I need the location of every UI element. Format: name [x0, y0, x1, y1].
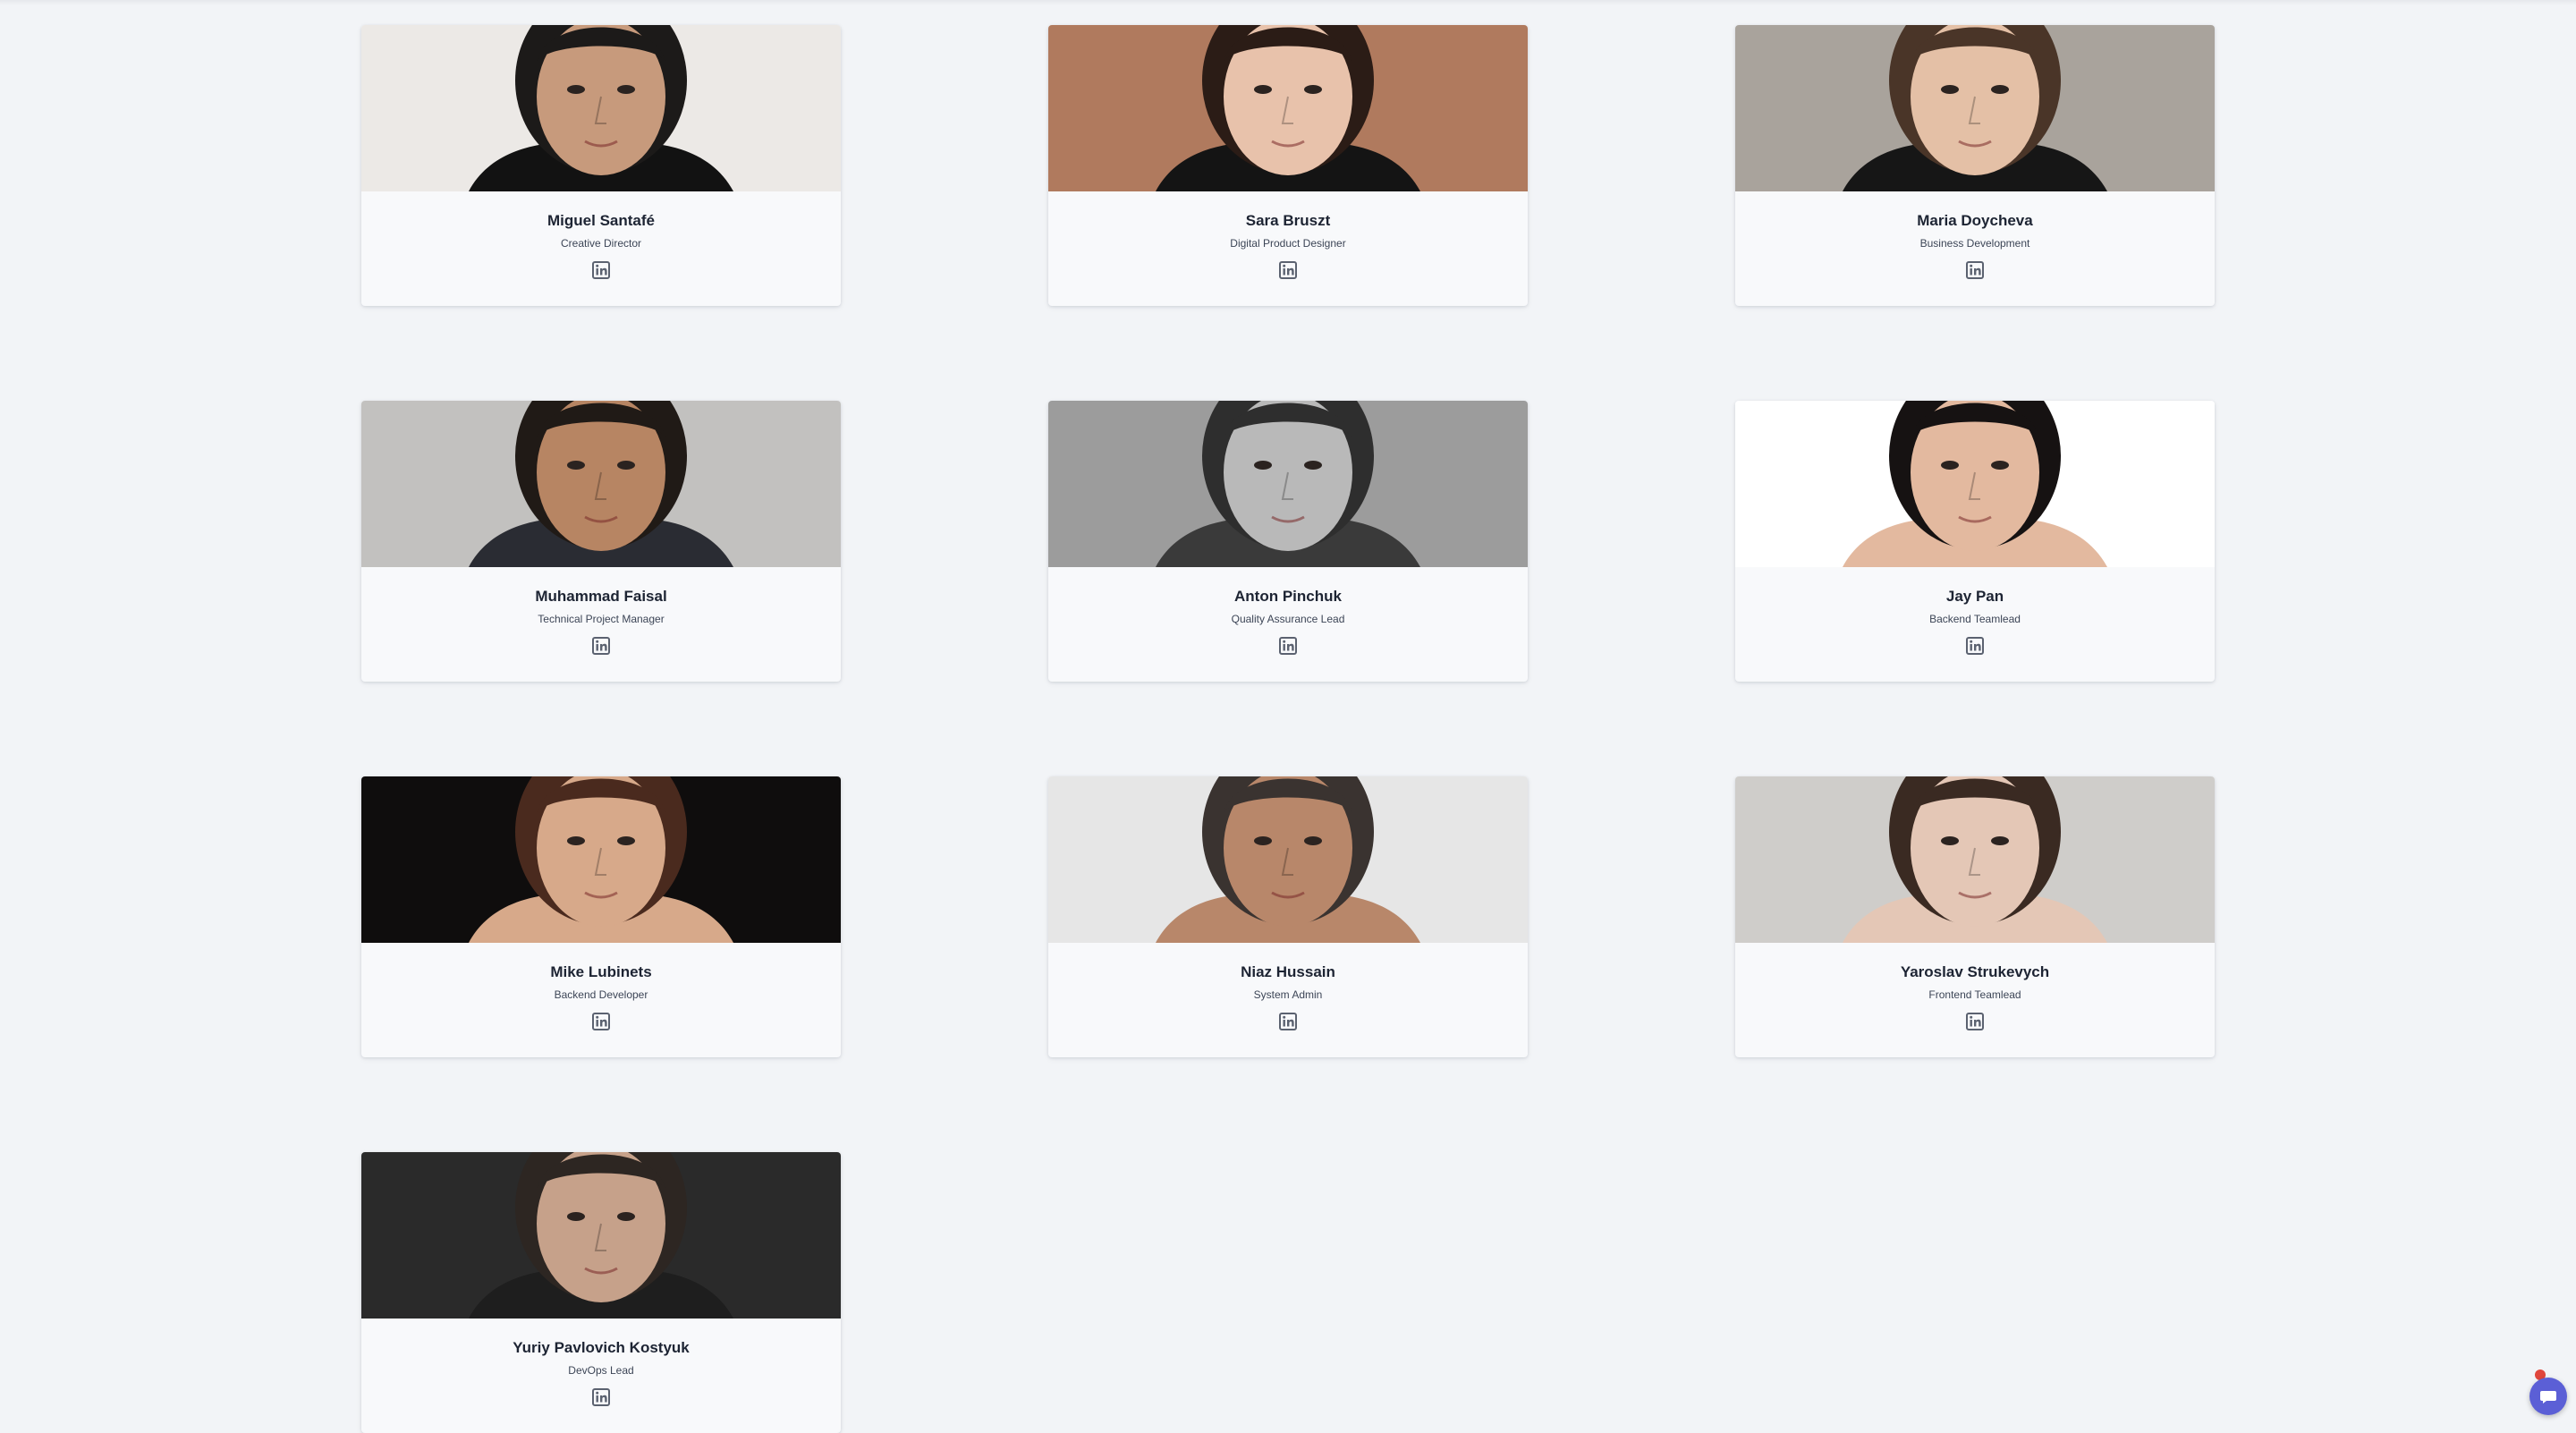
profile-photo — [361, 776, 841, 943]
member-role: Backend Developer — [554, 988, 648, 1001]
profile-photo — [1735, 776, 2215, 943]
member-role: Quality Assurance Lead — [1231, 613, 1345, 625]
team-member-card[interactable]: Jay Pan Backend Teamlead — [1735, 401, 2215, 682]
linkedin-icon[interactable] — [1279, 637, 1297, 655]
linkedin-icon[interactable] — [1966, 637, 1984, 655]
member-info: Jay Pan Backend Teamlead — [1735, 567, 2215, 659]
member-name: Yuriy Pavlovich Kostyuk — [513, 1339, 690, 1356]
member-name: Yaroslav Strukevych — [1900, 963, 2050, 980]
member-info: Yaroslav Strukevych Frontend Teamlead — [1735, 943, 2215, 1035]
profile-photo — [1735, 401, 2215, 567]
member-name: Miguel Santafé — [547, 212, 655, 229]
linkedin-icon[interactable] — [592, 637, 610, 655]
member-role: Business Development — [1919, 237, 2030, 250]
profile-photo — [1048, 401, 1528, 567]
member-role: DevOps Lead — [568, 1364, 634, 1377]
team-grid: Miguel Santafé Creative Director Sara Brus… — [361, 25, 2215, 1433]
linkedin-icon[interactable] — [1279, 1013, 1297, 1030]
member-role: System Admin — [1253, 988, 1323, 1001]
photo-container — [361, 401, 841, 567]
team-member-card[interactable]: Mike Lubinets Backend Developer — [361, 776, 841, 1057]
linkedin-icon[interactable] — [1279, 261, 1297, 279]
chat-widget-button[interactable] — [2529, 1378, 2567, 1415]
member-role: Frontend Teamlead — [1928, 988, 2021, 1001]
member-role: Digital Product Designer — [1230, 237, 1346, 250]
member-info: Anton Pinchuk Quality Assurance Lead — [1048, 567, 1528, 659]
linkedin-icon[interactable] — [1966, 261, 1984, 279]
profile-photo — [361, 1152, 841, 1319]
team-member-card[interactable]: Anton Pinchuk Quality Assurance Lead — [1048, 401, 1528, 682]
team-member-card[interactable]: Niaz Hussain System Admin — [1048, 776, 1528, 1057]
member-info: Mike Lubinets Backend Developer — [361, 943, 841, 1035]
photo-container — [1735, 25, 2215, 191]
member-info: Sara Bruszt Digital Product Designer — [1048, 191, 1528, 284]
member-role: Creative Director — [560, 237, 642, 250]
photo-container — [361, 25, 841, 191]
team-member-card[interactable]: Muhammad Faisal Technical Project Manager — [361, 401, 841, 682]
profile-photo — [1048, 776, 1528, 943]
member-name: Jay Pan — [1945, 588, 2004, 605]
photo-container — [1048, 25, 1528, 191]
member-name: Anton Pinchuk — [1234, 588, 1342, 605]
member-name: Maria Doycheva — [1917, 212, 2033, 229]
profile-photo — [361, 25, 841, 191]
team-member-card[interactable]: Maria Doycheva Business Development — [1735, 25, 2215, 306]
member-name: Niaz Hussain — [1241, 963, 1335, 980]
member-info: Niaz Hussain System Admin — [1048, 943, 1528, 1035]
photo-container — [1048, 401, 1528, 567]
chat-icon — [2540, 1391, 2556, 1403]
header-shadow — [0, 0, 2576, 5]
member-name: Muhammad Faisal — [535, 588, 667, 605]
linkedin-icon[interactable] — [592, 261, 610, 279]
member-info: Miguel Santafé Creative Director — [361, 191, 841, 284]
member-info: Muhammad Faisal Technical Project Manager — [361, 567, 841, 659]
profile-photo — [361, 401, 841, 567]
team-member-card[interactable]: Yuriy Pavlovich Kostyuk DevOps Lead — [361, 1152, 841, 1433]
profile-photo — [1048, 25, 1528, 191]
team-member-card[interactable]: Sara Bruszt Digital Product Designer — [1048, 25, 1528, 306]
team-member-card[interactable]: Miguel Santafé Creative Director — [361, 25, 841, 306]
linkedin-icon[interactable] — [592, 1013, 610, 1030]
linkedin-icon[interactable] — [592, 1388, 610, 1406]
member-role: Backend Teamlead — [1929, 613, 2021, 625]
member-role: Technical Project Manager — [538, 613, 665, 625]
photo-container — [361, 1152, 841, 1319]
photo-container — [361, 776, 841, 943]
member-info: Yuriy Pavlovich Kostyuk DevOps Lead — [361, 1319, 841, 1411]
profile-photo — [1735, 25, 2215, 191]
linkedin-icon[interactable] — [1966, 1013, 1984, 1030]
member-name: Mike Lubinets — [550, 963, 652, 980]
photo-container — [1048, 776, 1528, 943]
team-member-card[interactable]: Yaroslav Strukevych Frontend Teamlead — [1735, 776, 2215, 1057]
member-info: Maria Doycheva Business Development — [1735, 191, 2215, 284]
photo-container — [1735, 401, 2215, 567]
photo-container — [1735, 776, 2215, 943]
member-name: Sara Bruszt — [1245, 212, 1331, 229]
